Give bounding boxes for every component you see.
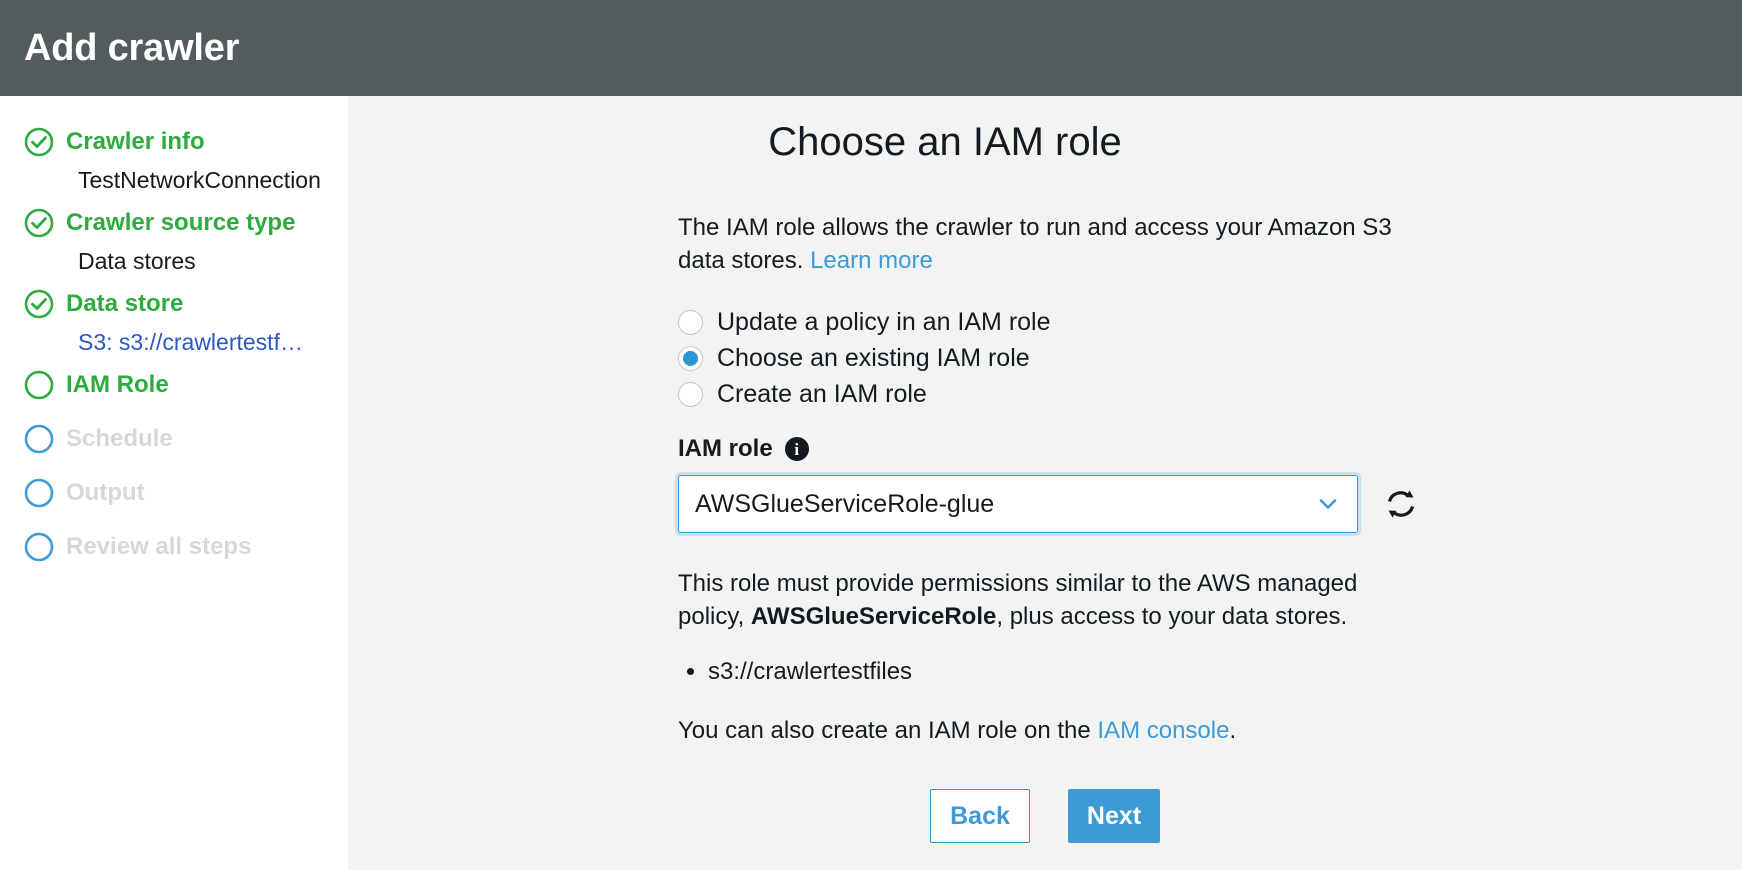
main-content: Choose an IAM role The IAM role allows t… — [348, 96, 1742, 870]
info-icon[interactable]: i — [785, 437, 809, 461]
description-text: The IAM role allows the crawler to run a… — [678, 214, 1392, 274]
radio-choose-existing-label: Choose an existing IAM role — [717, 343, 1030, 373]
page-title: Choose an IAM role — [348, 120, 1742, 165]
sidebar-step-iam-role[interactable]: IAM Role — [0, 369, 348, 401]
sidebar-spacer — [0, 515, 348, 531]
chevron-down-icon — [1317, 493, 1339, 515]
sidebar-step-label: Crawler source type — [66, 207, 295, 239]
note-bold-policy-name: AWSGlueServiceRole — [751, 603, 996, 630]
sidebar-step-crawler-source-type[interactable]: Crawler source type — [0, 207, 348, 239]
check-circle-green-icon — [24, 289, 54, 319]
check-circle-green-icon — [24, 208, 54, 238]
sidebar-substep-data-store-s3-link[interactable]: S3: s3://crawlertestf… — [0, 326, 348, 359]
iam-role-field-label: IAM role — [678, 435, 773, 463]
empty-circle-blue-icon — [24, 532, 54, 562]
iam-role-select[interactable]: AWSGlueServiceRole-glue — [678, 475, 1358, 533]
sidebar-step-label: Output — [66, 477, 145, 509]
wizard-sidebar: Crawler info TestNetworkConnection Crawl… — [0, 96, 348, 870]
empty-circle-green-icon — [24, 370, 54, 400]
radio-create-role-label: Create an IAM role — [717, 379, 927, 409]
main-inner: Choose an IAM role The IAM role allows t… — [348, 96, 1742, 843]
sidebar-step-label: Data store — [66, 288, 183, 320]
iam-role-description: The IAM role allows the crawler to run a… — [678, 211, 1398, 277]
radio-create-role-row[interactable]: Create an IAM role — [678, 379, 1418, 409]
list-item: s3://crawlertestfiles — [708, 655, 1418, 688]
role-permissions-note: This role must provide permissions simil… — [678, 567, 1418, 633]
empty-circle-blue-icon — [24, 478, 54, 508]
radio-choose-existing[interactable] — [678, 346, 703, 371]
app-header: Add crawler — [0, 0, 1742, 96]
sidebar-step-label: Schedule — [66, 423, 173, 455]
next-button[interactable]: Next — [1068, 789, 1160, 843]
radio-update-policy[interactable] — [678, 310, 703, 335]
iam-console-note: You can also create an IAM role on the I… — [678, 714, 1418, 747]
data-store-bullet-list: s3://crawlertestfiles — [678, 655, 1418, 688]
sidebar-step-label: IAM Role — [66, 369, 169, 401]
learn-more-link[interactable]: Learn more — [810, 247, 933, 274]
content-column: The IAM role allows the crawler to run a… — [678, 211, 1418, 843]
wizard-button-row: Back Next — [678, 789, 1418, 843]
sidebar-spacer — [0, 461, 348, 477]
sidebar-step-output[interactable]: Output — [0, 477, 348, 509]
iam-role-field-label-row: IAM role i — [678, 435, 1418, 463]
sidebar-step-data-store[interactable]: Data store — [0, 288, 348, 320]
sidebar-step-review-all-steps[interactable]: Review all steps — [0, 531, 348, 563]
refresh-icon[interactable] — [1384, 487, 1418, 521]
radio-update-policy-row[interactable]: Update a policy in an IAM role — [678, 307, 1418, 337]
note2-text-part1: You can also create an IAM role on the — [678, 717, 1097, 744]
sidebar-step-label: Review all steps — [66, 531, 251, 563]
empty-circle-blue-icon — [24, 424, 54, 454]
iam-console-link[interactable]: IAM console — [1097, 717, 1229, 744]
sidebar-step-label: Crawler info — [66, 126, 205, 158]
sidebar-step-schedule[interactable]: Schedule — [0, 423, 348, 455]
check-circle-green-icon — [24, 127, 54, 157]
sidebar-step-crawler-info[interactable]: Crawler info — [0, 126, 348, 158]
page-title-header: Add crawler — [24, 27, 239, 70]
sidebar-substep-crawler-source-type[interactable]: Data stores — [0, 245, 348, 278]
iam-role-select-row: AWSGlueServiceRole-glue — [678, 475, 1418, 533]
sidebar-spacer — [0, 407, 348, 423]
radio-create-role[interactable] — [678, 382, 703, 407]
iam-role-select-value: AWSGlueServiceRole-glue — [695, 490, 994, 519]
back-button[interactable]: Back — [930, 789, 1030, 843]
sidebar-substep-crawler-info[interactable]: TestNetworkConnection — [0, 164, 348, 197]
radio-choose-existing-row[interactable]: Choose an existing IAM role — [678, 343, 1418, 373]
body-wrapper: Crawler info TestNetworkConnection Crawl… — [0, 96, 1742, 870]
note2-text-part2: . — [1229, 717, 1236, 744]
radio-update-policy-label: Update a policy in an IAM role — [717, 307, 1051, 337]
note-text-part2: , plus access to your data stores. — [996, 603, 1347, 630]
